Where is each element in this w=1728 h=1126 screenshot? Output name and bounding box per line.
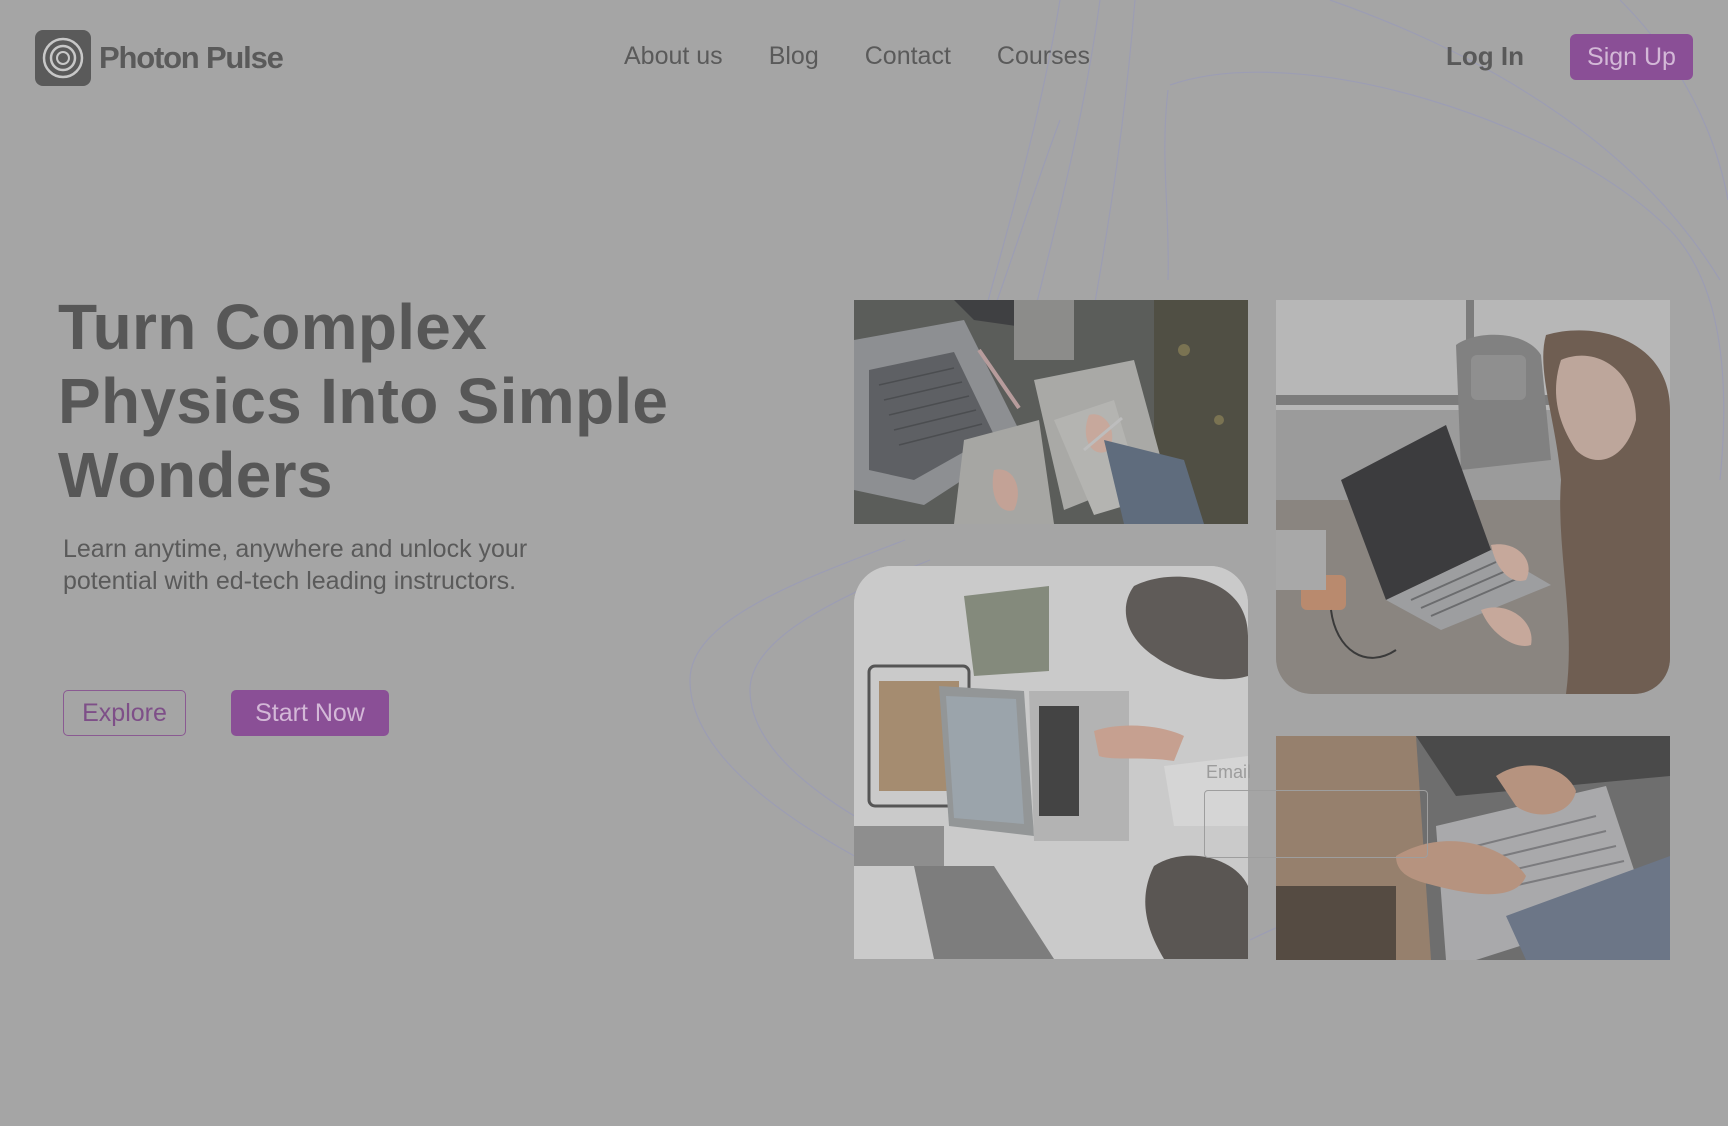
hero-title-line-3: Wonders [58, 439, 333, 511]
hero-subtitle-line-2: potential with ed-tech leading instructo… [63, 567, 517, 595]
explore-button[interactable]: Explore [63, 690, 186, 736]
students-table-laptop-photo [854, 566, 1248, 959]
woman-laptop-window-photo [1276, 300, 1670, 694]
nav-item-courses[interactable]: Courses [997, 40, 1090, 72]
laptop-notes-desk-photo [854, 300, 1248, 524]
login-link[interactable]: Log In [1446, 40, 1524, 72]
top-navigation-bar: Photon Pulse About us Blog Contact Cours… [0, 0, 1728, 115]
hero-title-line-1: Turn Complex [58, 291, 488, 363]
start-now-button[interactable]: Start Now [231, 690, 389, 736]
hero-title: Turn Complex Physics Into Simple Wonders [58, 290, 758, 512]
nav-item-contact[interactable]: Contact [865, 40, 951, 72]
ghost-email-field [1204, 790, 1428, 858]
sign-up-button[interactable]: Sign Up [1570, 34, 1693, 80]
nav-item-about-us[interactable]: About us [624, 40, 723, 72]
main-nav: About us Blog Contact Courses [624, 40, 1136, 72]
hero-subtitle-line-1: Learn anytime, anywhere and unlock your [63, 535, 528, 563]
brand-logo[interactable]: Photon Pulse [35, 30, 284, 86]
ghost-email-label: Email [1206, 762, 1252, 782]
brand-name: Photon Pulse [99, 40, 284, 75]
hero-subtitle: Learn anytime, anywhere and unlock your … [63, 533, 603, 597]
nav-item-blog[interactable]: Blog [769, 40, 819, 72]
hero-title-line-2: Physics Into Simple [58, 365, 669, 437]
concentric-circles-icon [35, 30, 91, 86]
